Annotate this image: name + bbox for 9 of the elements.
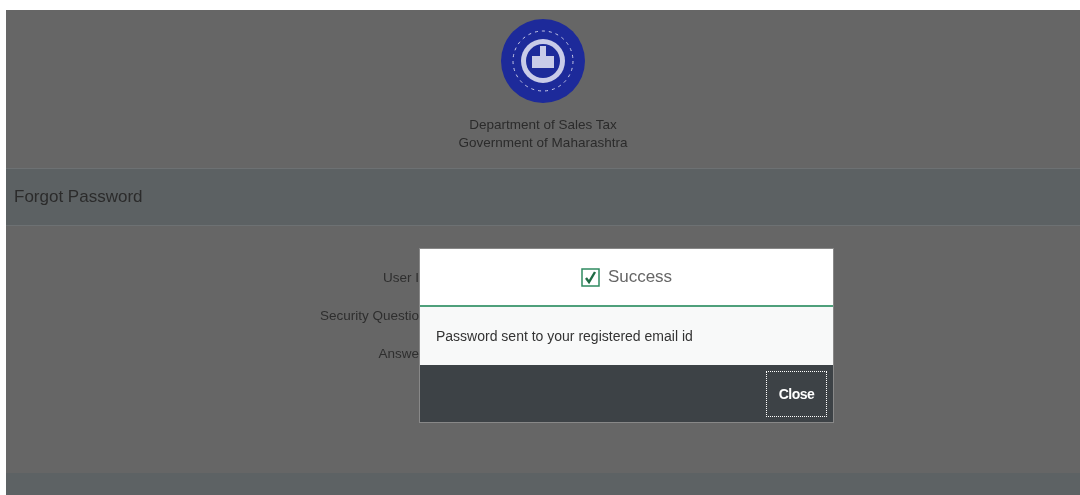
department-name: Department of Sales Tax — [469, 116, 617, 134]
close-button[interactable]: Close — [766, 370, 827, 417]
dialog-title: Success — [607, 267, 673, 287]
field-label: Security Questio — [319, 307, 419, 324]
dialog-message: Password sent to your registered email id — [436, 328, 693, 344]
government-name: Government of Maharashtra — [458, 134, 628, 152]
checkmark-icon — [580, 267, 600, 287]
field-label: Answe — [378, 345, 419, 362]
page-title: Forgot Password — [14, 187, 143, 207]
